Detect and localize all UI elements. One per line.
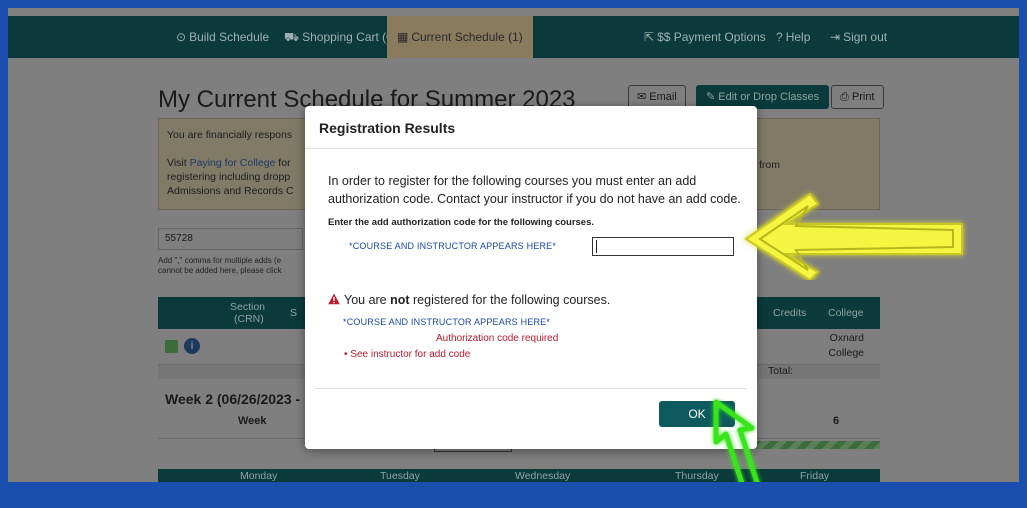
modal-divider-bottom	[315, 388, 747, 389]
day-tuesday: Tuesday	[380, 470, 420, 482]
registration-results-modal: Registration Results In order to registe…	[305, 106, 757, 449]
nav-shopping-cart-label: Shopping Cart (0)	[302, 30, 397, 44]
top-nav: ⊙ Build Schedule ⛟ Shopping Cart (0) ▦ Curr…	[8, 16, 1019, 58]
crn-help-line-1: Add "," comma for multiple adds (e	[158, 256, 282, 265]
total-label: Total:	[768, 365, 794, 377]
status-header: S	[290, 307, 298, 319]
notice-right-fragment: from	[759, 159, 780, 171]
print-button-label: Print	[851, 91, 875, 103]
day-friday: Friday	[800, 470, 830, 482]
crn-input[interactable]: 55728	[158, 228, 303, 250]
section-header: Section	[230, 301, 266, 313]
cart-icon: ⛟	[284, 30, 300, 44]
course-color-swatch	[165, 340, 178, 353]
modal-title: Registration Results	[319, 120, 456, 136]
nav-help[interactable]: ? Help	[776, 16, 810, 58]
credits-header: Credits	[773, 307, 807, 319]
auth-required-error: Authorization code required	[436, 333, 559, 344]
pencil-icon: ✎	[706, 91, 716, 103]
info-icon[interactable]: i	[184, 338, 200, 354]
list-item: • See instructor for add code	[344, 349, 470, 360]
notice-line-4: Admissions and Records C	[167, 185, 294, 197]
warning-triangle-icon	[328, 293, 340, 305]
notice-line-1: You are financially respons	[167, 129, 293, 141]
notice-line-2-suffix: for	[275, 157, 291, 169]
nav-payment-options-label: $$ Payment Options	[657, 30, 766, 44]
crn-help-line-2: cannot be added here, please click	[158, 266, 282, 275]
nav-sign-out[interactable]: ⇥ Sign out	[830, 16, 887, 58]
nav-help-label: Help	[785, 30, 811, 44]
envelope-icon: ✉	[637, 91, 647, 103]
external-link-icon: ⇱	[644, 30, 655, 44]
green-arrow-annotation	[713, 399, 760, 482]
week-column-label: Week	[238, 415, 267, 427]
week-count: 6	[833, 415, 840, 427]
clock-icon: ⊙	[176, 30, 187, 44]
modal-divider-top	[305, 148, 757, 149]
college-value-line-1: Oxnard	[829, 332, 864, 344]
browser-viewport: My Current Schedule for Summer 2023 ✉ Em…	[8, 8, 1019, 482]
nav-shopping-cart[interactable]: ⛟ Shopping Cart (0)	[284, 16, 397, 58]
day-wednesday: Wednesday	[515, 470, 571, 482]
nav-current-schedule[interactable]: ▦ Current Schedule (1)	[387, 16, 533, 58]
week-title: Week 2 (06/26/2023 -	[165, 391, 301, 407]
weekday-header: Monday Tuesday Wednesday Thursday Friday	[158, 469, 880, 482]
crn-header: (CRN)	[234, 313, 264, 325]
print-button[interactable]: ⎙ Print	[831, 85, 884, 109]
nav-build-schedule[interactable]: ⊙ Build Schedule	[176, 16, 269, 58]
course-instructor-label: *COURSE AND INSTRUCTOR APPEARS HERE*	[349, 241, 557, 251]
notice-line-3: registering including dropp	[167, 171, 291, 183]
not-registered-bold: not	[390, 293, 410, 307]
college-header: College	[828, 307, 864, 319]
printer-icon: ⎙	[840, 91, 849, 103]
college-value-line-2: College	[828, 347, 864, 359]
nav-sign-out-label: Sign out	[843, 30, 888, 44]
question-icon: ?	[776, 30, 783, 44]
bullet: •	[344, 349, 348, 360]
not-registered-prefix: You are	[344, 293, 391, 307]
paying-for-college-link[interactable]: Paying for College	[190, 157, 276, 169]
text-cursor	[596, 240, 597, 253]
notice-line-2: Visit Paying for College for	[167, 157, 291, 169]
email-button-label: Email	[649, 91, 677, 103]
day-monday: Monday	[240, 470, 278, 482]
see-instructor-text: See instructor for add code	[350, 349, 471, 360]
nav-payment-options[interactable]: ⇱ $$ Payment Options	[644, 16, 766, 58]
modal-instruction: Enter the add authorization code for the…	[328, 217, 595, 228]
auth-code-input[interactable]	[592, 237, 734, 256]
course-instructor-label-2: *COURSE AND INSTRUCTOR APPEARS HERE*	[343, 317, 551, 327]
calendar-icon: ▦	[397, 30, 409, 44]
modal-message: In order to register for the following c…	[328, 174, 741, 206]
college-cell: Oxnard College	[828, 331, 864, 361]
not-registered-suffix: registered for the following courses.	[409, 293, 611, 307]
not-registered-message: You are not registered for the following…	[344, 293, 610, 307]
nav-build-schedule-label: Build Schedule	[189, 30, 270, 44]
sign-out-icon: ⇥	[830, 30, 841, 44]
notice-line-2-prefix: Visit	[167, 157, 190, 169]
nav-current-schedule-label: Current Schedule (1)	[411, 30, 523, 44]
yellow-arrow-annotation	[744, 192, 963, 280]
edit-drop-label: Edit or Drop Classes	[718, 91, 820, 103]
